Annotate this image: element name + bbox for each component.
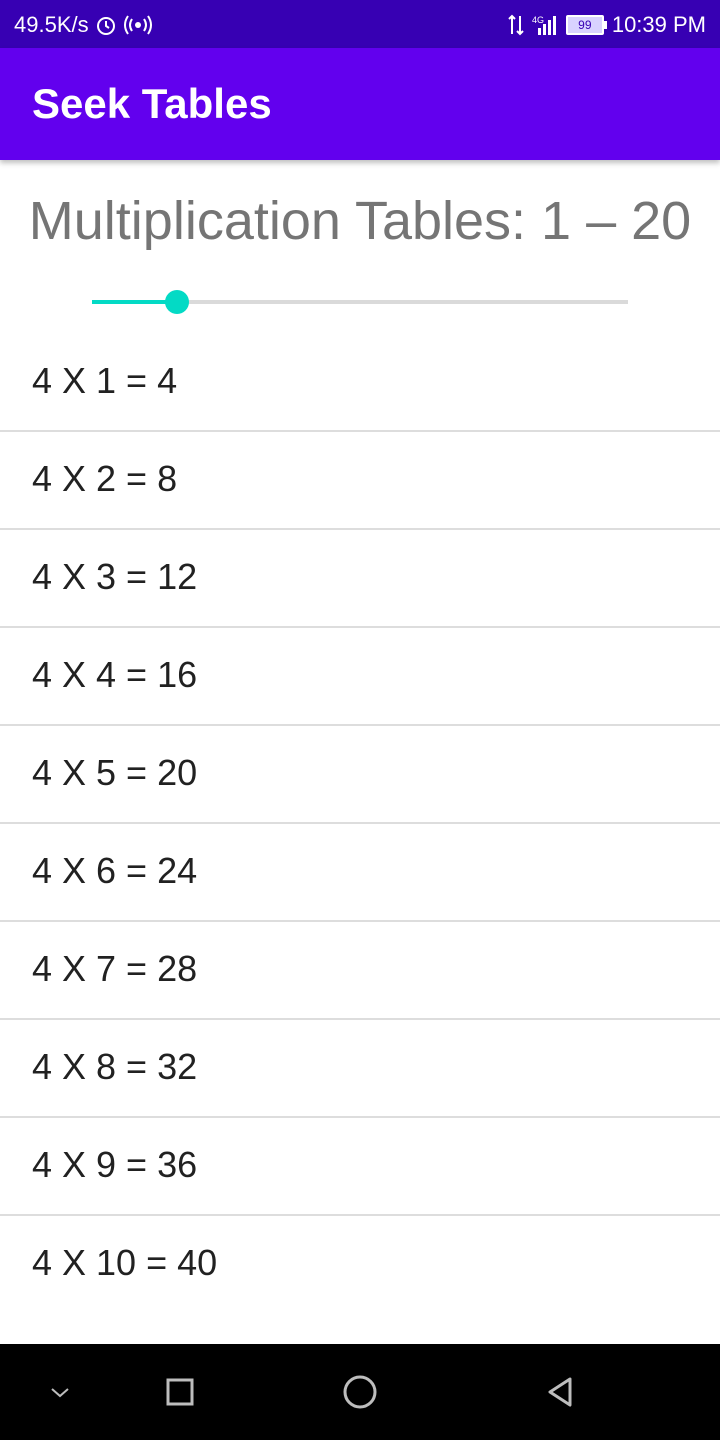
list-item-text: 4 X 8 = 32 (32, 1046, 198, 1087)
list-item-text: 4 X 9 = 36 (32, 1144, 198, 1185)
back-triangle-icon[interactable] (536, 1368, 584, 1416)
status-right: 4G 99 10:39 PM (508, 12, 706, 38)
network-type-label: 4G (532, 15, 544, 25)
list-item-text: 4 X 7 = 28 (32, 948, 198, 989)
list-item[interactable]: 4 X 8 = 32 (0, 1020, 720, 1118)
list-item[interactable]: 4 X 2 = 8 (0, 432, 720, 530)
clock: 10:39 PM (611, 12, 706, 37)
navigation-bar (0, 1344, 720, 1440)
home-circle-icon[interactable] (336, 1368, 384, 1416)
hotspot-icon (123, 14, 153, 36)
list-item[interactable]: 4 X 1 = 4 (0, 334, 720, 432)
list-item[interactable]: 4 X 7 = 28 (0, 922, 720, 1020)
chevron-down-icon[interactable] (36, 1368, 84, 1416)
network-speed: 49.5K/s (14, 12, 89, 37)
list-item-text: 4 X 3 = 12 (32, 556, 198, 597)
list-item[interactable]: 4 X 5 = 20 (0, 726, 720, 824)
table-seekbar[interactable] (92, 288, 628, 316)
list-item[interactable]: 4 X 9 = 36 (0, 1118, 720, 1216)
list-item-text: 4 X 10 = 40 (32, 1242, 218, 1283)
app-bar: Seek Tables (0, 48, 720, 160)
seekbar-progress (92, 300, 177, 304)
alarm-icon (95, 14, 117, 36)
status-bar: 49.5K/s 4G 99 10:39 PM (0, 0, 720, 48)
list-item[interactable]: 4 X 4 = 16 (0, 628, 720, 726)
list-item-text: 4 X 2 = 8 (32, 458, 178, 499)
list-item-text: 4 X 6 = 24 (32, 850, 198, 891)
list-item[interactable]: 4 X 10 = 40 (0, 1216, 720, 1312)
list-item[interactable]: 4 X 6 = 24 (0, 824, 720, 922)
recents-square-icon[interactable] (156, 1368, 204, 1416)
page-heading: Multiplication Tables: 1 – 20 (28, 191, 692, 251)
list-item-text: 4 X 1 = 4 (32, 360, 178, 401)
list-item-text: 4 X 5 = 20 (32, 752, 198, 793)
signal-icon: 4G (532, 14, 558, 36)
battery-icon: 99 (565, 15, 607, 35)
multiplication-list[interactable]: 4 X 1 = 4 4 X 2 = 8 4 X 3 = 12 4 X 4 = 1… (0, 334, 720, 1312)
status-left: 49.5K/s (14, 12, 153, 38)
list-item[interactable]: 4 X 3 = 12 (0, 530, 720, 628)
data-arrows-icon (508, 14, 524, 36)
seekbar-thumb[interactable] (164, 290, 189, 314)
list-item-text: 4 X 4 = 16 (32, 654, 198, 695)
app-title: Seek Tables (32, 80, 272, 127)
